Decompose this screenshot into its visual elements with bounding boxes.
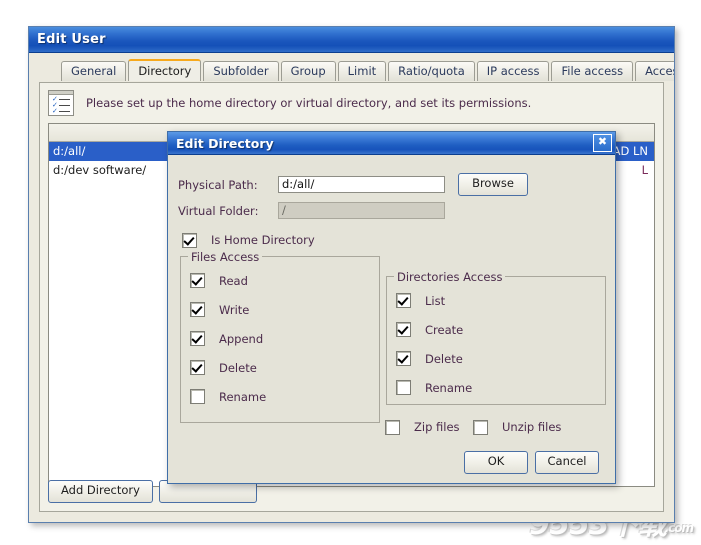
tab-ratio-quota[interactable]: Ratio/quota	[388, 61, 475, 81]
dirs-create-row[interactable]: Create	[396, 315, 605, 344]
files-write-row[interactable]: Write	[190, 295, 379, 324]
files-read-label: Read	[219, 273, 248, 288]
dirs-list-checkbox[interactable]	[396, 293, 411, 308]
zip-files-label: Zip files	[414, 420, 460, 434]
dirs-delete-checkbox[interactable]	[396, 351, 411, 366]
files-write-label: Write	[219, 302, 250, 317]
dirs-list-row[interactable]: List	[396, 286, 605, 315]
dialog-title: Edit Directory	[176, 135, 274, 151]
directories-access-items: List Create Delete Rename	[387, 277, 605, 402]
dirs-delete-label: Delete	[425, 351, 463, 366]
is-home-directory-checkbox[interactable]	[182, 232, 197, 248]
directories-access-title: Directories Access	[394, 270, 506, 284]
unzip-files-label: Unzip files	[502, 420, 562, 434]
files-rename-row[interactable]: Rename	[190, 382, 379, 411]
watermark-sub: .com	[664, 521, 694, 535]
window-title: Edit User	[37, 32, 106, 47]
virtual-folder-label: Virtual Folder:	[178, 203, 259, 218]
dialog-body: Physical Path: Browse Virtual Folder: Is…	[168, 155, 615, 484]
dirs-create-label: Create	[425, 322, 464, 337]
directory-path: d:/dev software/	[53, 163, 147, 177]
tab-access[interactable]: Access	[635, 61, 674, 81]
is-home-directory-label: Is Home Directory	[211, 233, 315, 247]
directories-access-group: Directories Access List Create Delete Re…	[386, 270, 606, 405]
unzip-files-row[interactable]: Unzip files	[473, 417, 561, 437]
files-rename-label: Rename	[219, 389, 267, 404]
tab-subfolder[interactable]: Subfolder	[203, 61, 279, 81]
files-write-checkbox[interactable]	[190, 302, 205, 317]
dirs-delete-row[interactable]: Delete	[396, 344, 605, 373]
tab-directory[interactable]: Directory	[128, 59, 202, 81]
unzip-files-checkbox[interactable]	[473, 419, 488, 435]
physical-path-label: Physical Path:	[178, 177, 258, 192]
tab-limit[interactable]: Limit	[337, 61, 387, 81]
tab-group[interactable]: Group	[280, 61, 336, 81]
dirs-create-checkbox[interactable]	[396, 322, 411, 337]
cancel-button[interactable]: Cancel	[535, 451, 599, 474]
ok-button[interactable]: OK	[464, 451, 528, 474]
close-icon[interactable]: ✖	[593, 134, 612, 152]
files-read-checkbox[interactable]	[190, 273, 205, 288]
is-home-directory-checkbox-row[interactable]: Is Home Directory	[182, 230, 315, 250]
zip-files-checkbox[interactable]	[385, 419, 400, 435]
physical-path-input[interactable]	[278, 176, 445, 193]
files-delete-row[interactable]: Delete	[190, 353, 379, 382]
files-append-label: Append	[219, 331, 264, 346]
hint-row: ✓ ✓ ✓ Please set up the home directory o…	[40, 83, 663, 122]
files-append-row[interactable]: Append	[190, 324, 379, 353]
tab-file-access[interactable]: File access	[551, 61, 634, 81]
edit-directory-dialog: Edit Directory ✖ Physical Path: Browse V…	[167, 131, 616, 484]
files-access-title: Files Access	[188, 250, 263, 264]
dialog-titlebar: Edit Directory ✖	[168, 132, 615, 155]
add-directory-button[interactable]: Add Directory	[48, 480, 153, 503]
dirs-rename-label: Rename	[425, 380, 473, 395]
directory-permissions: L	[641, 163, 648, 177]
physical-path-row: Physical Path: Browse	[178, 173, 528, 196]
window-titlebar: Edit User	[29, 27, 674, 53]
dirs-list-label: List	[425, 293, 446, 308]
files-delete-checkbox[interactable]	[190, 360, 205, 375]
files-access-items: Read Write Append Delete Rename	[181, 257, 379, 411]
tab-ip-access[interactable]: IP access	[476, 61, 550, 81]
browse-button[interactable]: Browse	[458, 173, 528, 196]
zip-files-row[interactable]: Zip files	[385, 417, 460, 437]
dirs-rename-checkbox[interactable]	[396, 380, 411, 395]
directory-path: d:/all/	[53, 144, 86, 158]
tab-general[interactable]: General	[61, 61, 127, 81]
files-delete-label: Delete	[219, 360, 257, 375]
files-append-checkbox[interactable]	[190, 331, 205, 346]
files-access-group: Files Access Read Write Append Delete Re…	[180, 250, 380, 423]
checklist-icon: ✓ ✓ ✓	[48, 90, 74, 116]
files-read-row[interactable]: Read	[190, 266, 379, 295]
virtual-folder-row: Virtual Folder:	[178, 202, 445, 219]
hint-text: Please set up the home directory or virt…	[86, 96, 532, 110]
tab-strip: General Directory Subfolder Group Limit …	[29, 59, 674, 81]
virtual-folder-input	[278, 202, 445, 219]
files-rename-checkbox[interactable]	[190, 389, 205, 404]
dirs-rename-row[interactable]: Rename	[396, 373, 605, 402]
